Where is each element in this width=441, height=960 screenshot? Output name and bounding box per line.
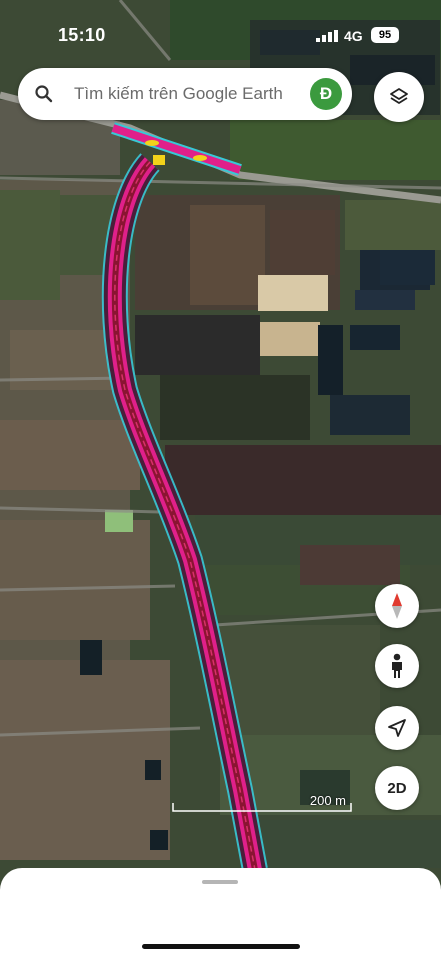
street-view-person-icon [392,653,402,678]
street-view-button[interactable] [375,644,419,688]
battery-indicator: 95 [371,27,399,43]
status-time: 15:10 [58,25,106,45]
status-bar: 15:10 4G 95 [0,0,441,50]
search-icon [35,85,53,103]
search-input[interactable] [74,68,304,120]
satellite-map[interactable] [0,0,441,960]
scale-label: 200 m [309,793,346,808]
scale-bar: 200 m [172,793,352,815]
compass-button[interactable] [375,584,419,628]
signal-icon [316,30,338,42]
view-mode-2d-button[interactable]: 2D [375,766,419,810]
network-type: 4G [344,28,363,44]
my-location-button[interactable] [375,706,419,750]
location-arrow-icon [388,719,406,737]
layers-button[interactable] [374,72,424,122]
avatar[interactable]: Đ [310,78,342,110]
compass-icon [392,593,402,619]
home-indicator[interactable] [142,944,300,949]
sheet-drag-handle[interactable] [202,880,238,884]
search-bar[interactable]: Đ [18,68,352,120]
layers-icon [390,88,408,104]
